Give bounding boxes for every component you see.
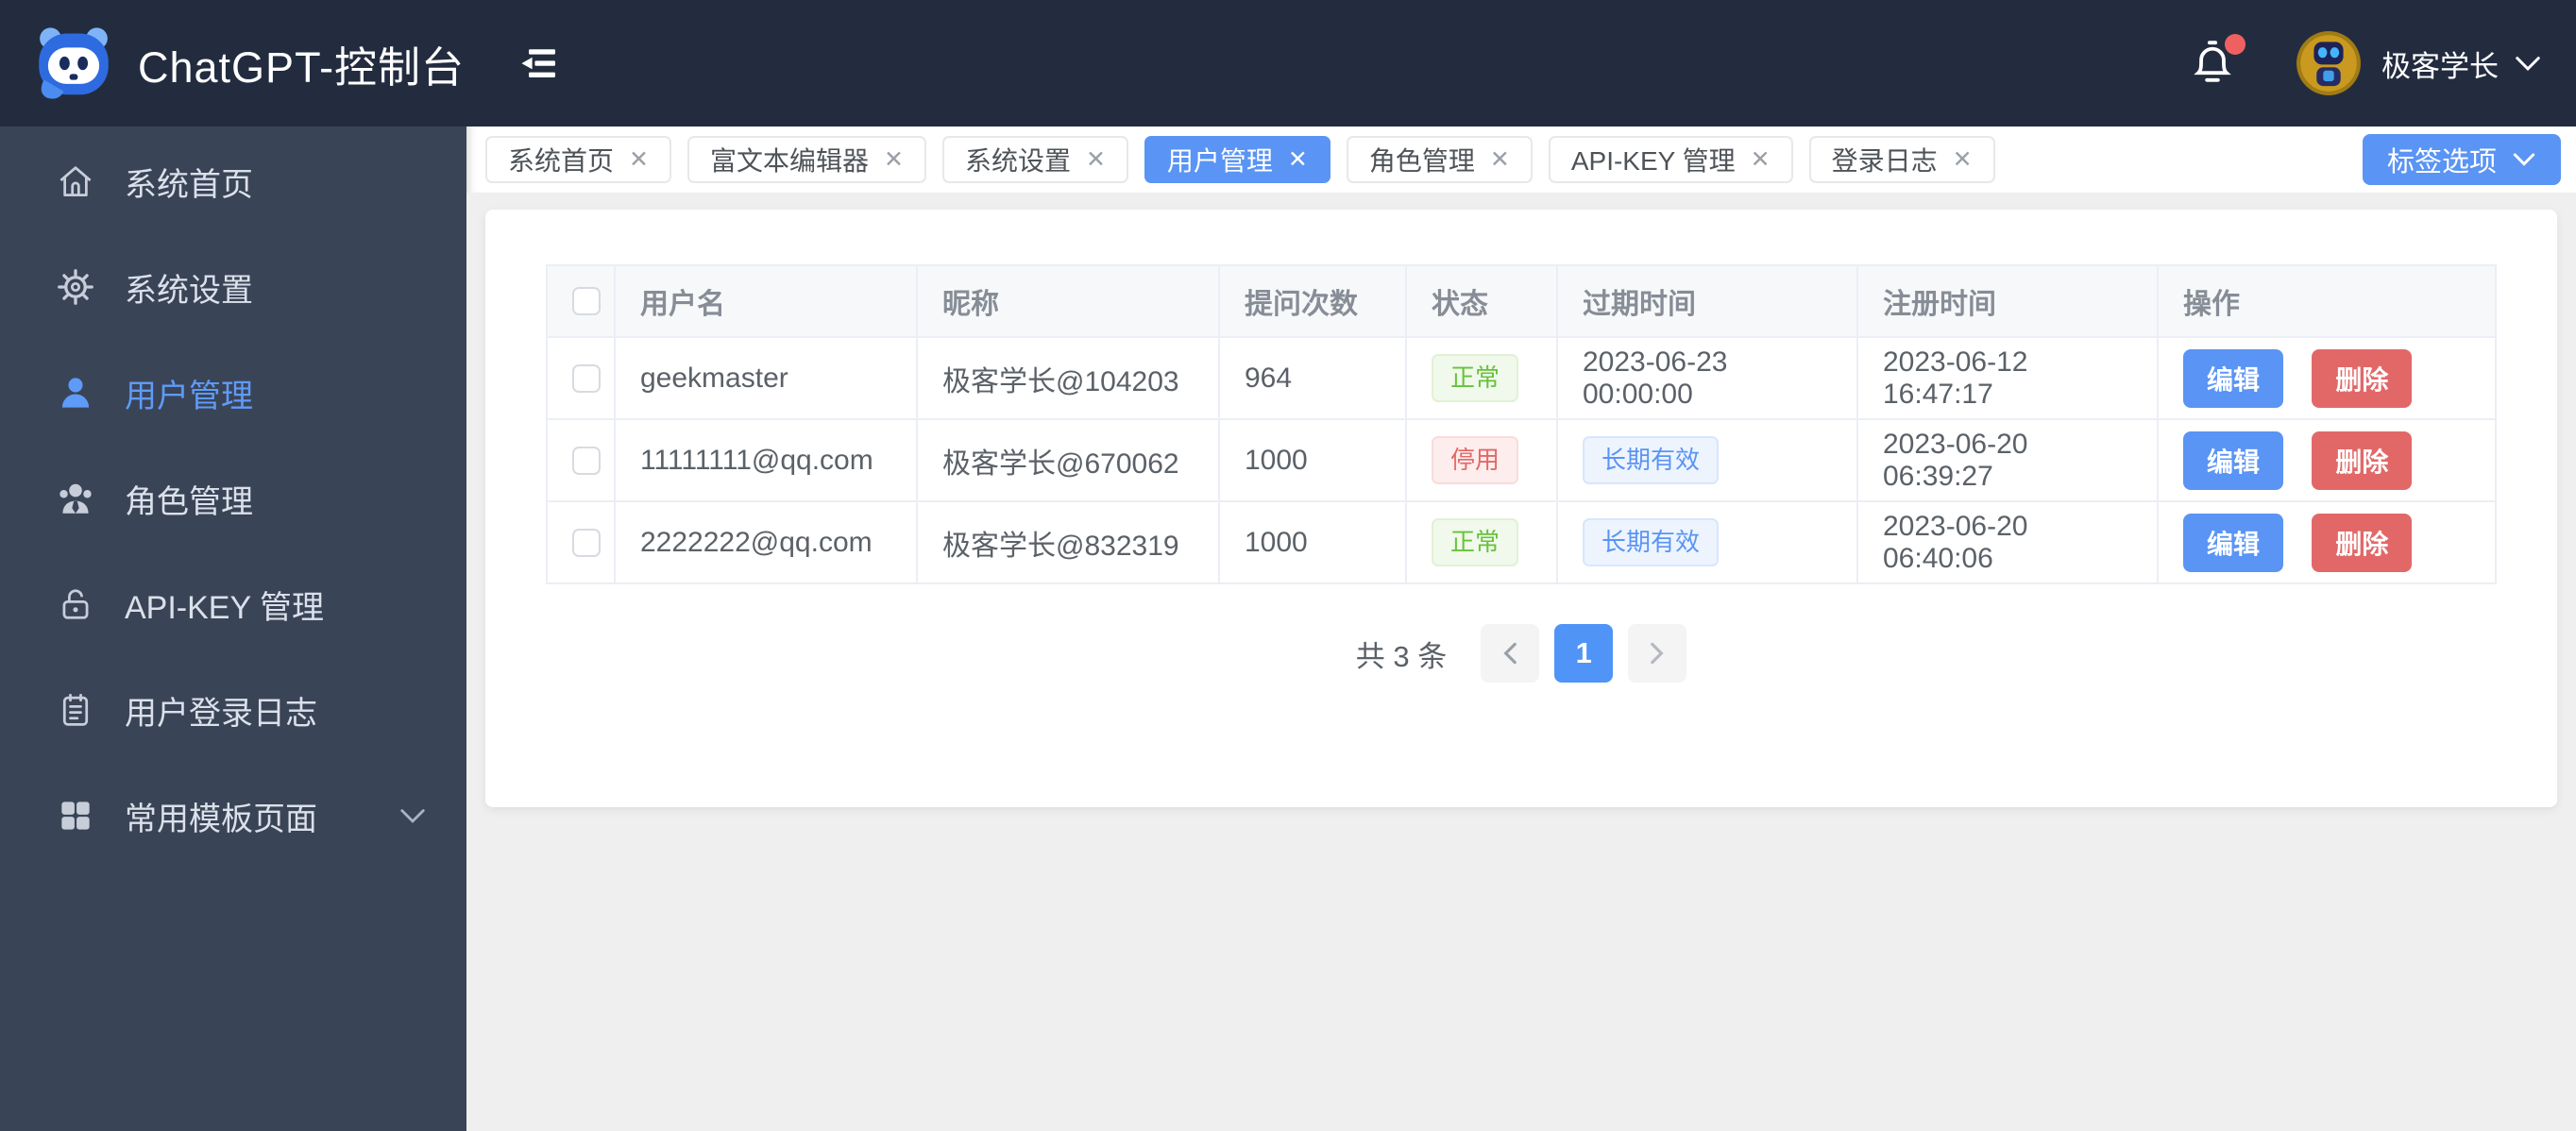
user-name[interactable]: 极客学长 <box>2381 42 2499 85</box>
sidebar-nav: 系统首页 系统设置 用户管理 角色管理 API-KEY 管理 用户登录日志 常用… <box>0 127 466 1131</box>
tab-strip: 系统首页 ✕ 富文本编辑器 ✕ 系统设置 ✕ 用户管理 ✕ 角色管理 ✕ API… <box>466 127 2576 193</box>
row-checkbox[interactable] <box>572 363 601 393</box>
home-icon <box>55 160 96 202</box>
user-table-card: 用户名 昵称 提问次数 状态 过期时间 注册时间 操作 geekmaster 极… <box>485 210 2557 807</box>
close-icon[interactable]: ✕ <box>1490 145 1510 174</box>
sidebar-item-system-settings[interactable]: 系统设置 <box>0 234 466 340</box>
edit-button[interactable]: 编辑 <box>2183 430 2284 490</box>
lock-icon <box>55 583 96 625</box>
col-ask-count: 提问次数 <box>1218 264 1407 338</box>
col-status: 状态 <box>1405 264 1558 338</box>
page-content: 用户名 昵称 提问次数 状态 过期时间 注册时间 操作 geekmaster 极… <box>466 193 2576 1131</box>
cell-expire-time: 2023-06-23 00:00:00 <box>1556 336 1858 420</box>
user-icon <box>55 372 96 414</box>
edit-button[interactable]: 编辑 <box>2183 513 2284 572</box>
delete-button[interactable]: 删除 <box>2312 348 2413 408</box>
expire-badge: 长期有效 <box>1583 518 1720 566</box>
row-checkbox[interactable] <box>572 446 601 475</box>
app-title: ChatGPT-控制台 <box>138 42 466 92</box>
sidebar-item-apikey-management[interactable]: API-KEY 管理 <box>0 551 466 657</box>
tab-system-settings[interactable]: 系统设置 ✕ <box>941 136 1128 183</box>
close-icon[interactable]: ✕ <box>1953 145 1973 174</box>
app-logo-icon <box>34 24 113 103</box>
cell-nickname: 极客学长@832319 <box>916 500 1220 584</box>
col-username: 用户名 <box>614 264 918 338</box>
delete-button[interactable]: 删除 <box>2312 513 2413 572</box>
status-badge: 正常 <box>1432 354 1519 402</box>
sidebar-item-label: API-KEY 管理 <box>125 589 324 626</box>
main-area: 系统首页 ✕ 富文本编辑器 ✕ 系统设置 ✕ 用户管理 ✕ 角色管理 ✕ API… <box>466 127 2576 1131</box>
cell-nickname: 极客学长@670062 <box>916 418 1220 502</box>
cell-username: 2222222@qq.com <box>614 500 918 584</box>
sidebar-item-label: 常用模板页面 <box>125 801 317 837</box>
cell-register-time: 2023-06-20 06:39:27 <box>1856 418 2159 502</box>
user-menu-chevron-down-icon[interactable] <box>2514 53 2542 74</box>
table-row: 2222222@qq.com 极客学长@832319 1000 正常 长期有效 … <box>546 500 2497 584</box>
pagination-total: 共 3 条 <box>1355 639 1448 673</box>
tab-user-management[interactable]: 用户管理 ✕ <box>1144 136 1330 183</box>
sidebar-item-label: 用户登录日志 <box>125 695 317 732</box>
users-table: 用户名 昵称 提问次数 状态 过期时间 注册时间 操作 geekmaster 极… <box>546 264 2497 584</box>
table-row: 11111111@qq.com 极客学长@670062 1000 停用 长期有效… <box>546 418 2497 502</box>
tab-role-management[interactable]: 角色管理 ✕ <box>1346 136 1533 183</box>
sidebar-item-system-home[interactable]: 系统首页 <box>0 128 466 234</box>
col-nickname: 昵称 <box>916 264 1220 338</box>
top-header: ChatGPT-控制台 极客学长 <box>0 0 2576 127</box>
notification-dot <box>2225 34 2246 55</box>
cell-ask-count: 1000 <box>1218 418 1407 502</box>
status-badge: 停用 <box>1432 436 1519 484</box>
expire-badge: 长期有效 <box>1583 436 1720 484</box>
table-row: geekmaster 极客学长@104203 964 正常 2023-06-23… <box>546 336 2497 420</box>
page-number-current[interactable]: 1 <box>1554 624 1614 683</box>
close-icon[interactable]: ✕ <box>1288 145 1308 174</box>
cell-username: 11111111@qq.com <box>614 418 918 502</box>
submenu-chevron-down-icon <box>398 805 427 826</box>
tab-login-logs[interactable]: 登录日志 ✕ <box>1808 136 1995 183</box>
prev-page-button[interactable] <box>1481 624 1540 683</box>
log-icon <box>55 689 96 731</box>
select-all-checkbox[interactable] <box>572 287 601 315</box>
cell-register-time: 2023-06-12 16:47:17 <box>1856 336 2159 420</box>
cell-ask-count: 1000 <box>1218 500 1407 584</box>
notification-bell-icon[interactable] <box>2187 34 2246 91</box>
sidebar-item-label: 角色管理 <box>125 483 253 520</box>
cell-nickname: 极客学长@104203 <box>916 336 1220 420</box>
cell-ask-count: 964 <box>1218 336 1407 420</box>
edit-button[interactable]: 编辑 <box>2183 348 2284 408</box>
delete-button[interactable]: 删除 <box>2312 430 2413 490</box>
gear-icon <box>55 266 96 308</box>
grid-icon <box>55 795 96 836</box>
close-icon[interactable]: ✕ <box>1086 145 1106 174</box>
sidebar-item-label: 系统首页 <box>125 166 253 203</box>
sidebar-item-label: 系统设置 <box>125 272 253 309</box>
table-header-row: 用户名 昵称 提问次数 状态 过期时间 注册时间 操作 <box>546 264 2497 338</box>
close-icon[interactable]: ✕ <box>1751 145 1771 174</box>
col-register-time: 注册时间 <box>1856 264 2159 338</box>
cell-username: geekmaster <box>614 336 918 420</box>
chevron-down-icon <box>2512 150 2536 169</box>
sidebar-item-user-management[interactable]: 用户管理 <box>0 340 466 446</box>
roles-icon <box>55 478 96 519</box>
close-icon[interactable]: ✕ <box>884 145 904 174</box>
col-expire-time: 过期时间 <box>1556 264 1858 338</box>
sidebar-item-label: 用户管理 <box>125 378 253 414</box>
col-actions: 操作 <box>2157 264 2497 338</box>
close-icon[interactable]: ✕ <box>629 145 649 174</box>
sidebar-item-role-management[interactable]: 角色管理 <box>0 446 466 551</box>
sidebar-item-login-logs[interactable]: 用户登录日志 <box>0 657 466 763</box>
tab-apikey-management[interactable]: API-KEY 管理 ✕ <box>1548 136 1793 183</box>
tag-options-button[interactable]: 标签选项 <box>2362 134 2561 185</box>
next-page-button[interactable] <box>1628 624 1687 683</box>
status-badge: 正常 <box>1432 518 1519 566</box>
pagination: 共 3 条 1 <box>546 624 2497 683</box>
tab-rich-text-editor[interactable]: 富文本编辑器 ✕ <box>686 136 926 183</box>
tab-system-home[interactable]: 系统首页 ✕ <box>485 136 671 183</box>
cell-register-time: 2023-06-20 06:40:06 <box>1856 500 2159 584</box>
menu-fold-icon[interactable] <box>516 41 561 86</box>
row-checkbox[interactable] <box>572 528 601 557</box>
user-avatar[interactable] <box>2296 31 2361 95</box>
sidebar-item-template-pages[interactable]: 常用模板页面 <box>0 763 466 869</box>
